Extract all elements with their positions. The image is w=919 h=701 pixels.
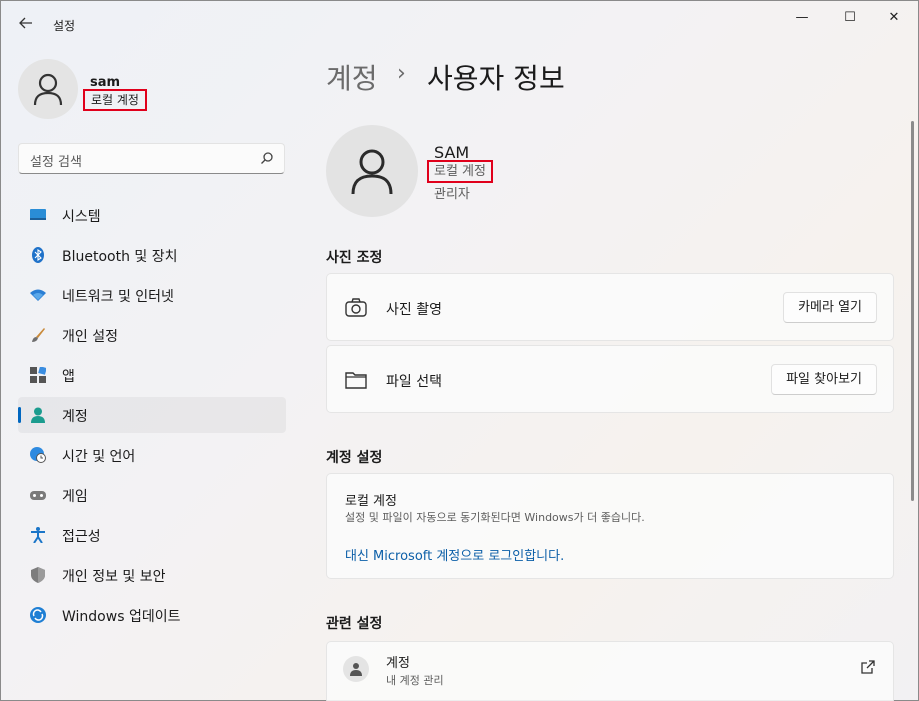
search-input[interactable]: 설정 검색 xyxy=(18,143,285,174)
system-icon xyxy=(30,209,46,220)
sidebar-item-windows-update[interactable]: Windows 업데이트 xyxy=(18,597,286,633)
sidebar-item-system[interactable]: 시스템 xyxy=(18,197,286,233)
breadcrumb-separator: › xyxy=(397,61,406,86)
avatar[interactable] xyxy=(18,59,78,119)
sidebar-item-accessibility[interactable]: 접근성 xyxy=(18,517,286,553)
user-avatar xyxy=(326,125,418,217)
local-account-title: 로컬 계정 xyxy=(345,494,397,509)
sidebar-item-label: 시스템 xyxy=(62,209,101,225)
person-icon xyxy=(350,663,362,676)
sidebar-item-label: 네트워크 및 인터넷 xyxy=(62,289,174,305)
sidebar-item-privacy[interactable]: 개인 정보 및 보안 xyxy=(18,557,286,593)
sidebar-item-time-language[interactable]: 시간 및 언어 xyxy=(18,437,286,473)
external-link-icon xyxy=(861,660,875,674)
related-accounts-title: 계정 xyxy=(386,656,410,671)
app-title: 설정 xyxy=(53,19,76,33)
profile-account-type: 로컬 계정 xyxy=(83,89,147,111)
sidebar-item-label: Bluetooth 및 장치 xyxy=(62,249,178,265)
user-account-type: 로컬 계정 xyxy=(427,160,493,183)
local-account-card: 로컬 계정 설정 및 파일이 자동으로 동기화된다면 Windows가 더 좋습… xyxy=(326,473,894,579)
camera-icon xyxy=(345,298,367,317)
choose-file-row: 파일 선택 파일 찾아보기 xyxy=(326,345,894,413)
minimize-button[interactable]: — xyxy=(779,7,825,29)
sidebar-item-network[interactable]: 네트워크 및 인터넷 xyxy=(18,277,286,313)
sidebar-item-personalization[interactable]: 개인 설정 xyxy=(18,317,286,353)
sidebar-item-label: 시간 및 언어 xyxy=(62,449,136,465)
choose-file-label: 파일 선택 xyxy=(386,374,442,390)
gaming-icon xyxy=(30,491,46,500)
sidebar-item-label: 앱 xyxy=(62,369,75,385)
breadcrumb-parent[interactable]: 계정 xyxy=(326,57,378,97)
take-photo-label: 사진 촬영 xyxy=(386,302,442,318)
sidebar-item-label: 접근성 xyxy=(62,529,101,545)
section-title-account: 계정 설정 xyxy=(326,450,383,466)
back-button[interactable] xyxy=(15,13,37,35)
person-icon xyxy=(351,149,393,195)
microsoft-signin-link[interactable]: 대신 Microsoft 계정으로 로그인합니다. xyxy=(345,545,564,564)
page-title: 사용자 정보 xyxy=(427,62,565,95)
sidebar-nav: 시스템 Bluetooth 및 장치 네트워크 및 인터넷 개인 설정 앱 계정… xyxy=(18,197,286,637)
user-role: 관리자 xyxy=(434,187,470,202)
profile-name: sam xyxy=(90,75,121,90)
scrollbar[interactable] xyxy=(911,121,914,501)
search-placeholder: 설정 검색 xyxy=(30,155,82,170)
close-button[interactable]: ✕ xyxy=(871,7,917,29)
section-title-related: 관련 설정 xyxy=(326,616,383,632)
person-icon xyxy=(33,73,63,106)
time-language-icon xyxy=(30,447,46,463)
bluetooth-icon xyxy=(32,247,44,263)
section-title-photo: 사진 조정 xyxy=(326,250,383,266)
search-icon xyxy=(261,152,273,164)
maximize-button[interactable]: ☐ xyxy=(827,7,873,29)
related-accounts-subtitle: 내 계정 관리 xyxy=(386,674,444,687)
network-icon xyxy=(30,289,46,301)
sidebar-item-label: Windows 업데이트 xyxy=(62,609,181,625)
accounts-icon xyxy=(31,407,45,423)
accessibility-icon xyxy=(31,527,45,543)
folder-icon xyxy=(345,372,367,389)
windows-update-icon xyxy=(30,607,46,623)
privacy-shield-icon xyxy=(31,567,45,583)
sidebar-item-accounts[interactable]: 계정 xyxy=(18,397,286,433)
local-account-description: 설정 및 파일이 자동으로 동기화된다면 Windows가 더 좋습니다. xyxy=(345,511,645,524)
sidebar-item-gaming[interactable]: 게임 xyxy=(18,477,286,513)
sidebar-item-label: 개인 설정 xyxy=(62,329,118,345)
sidebar-item-label: 개인 정보 및 보안 xyxy=(62,569,166,585)
sidebar-item-apps[interactable]: 앱 xyxy=(18,357,286,393)
related-accounts-row[interactable]: 계정 내 계정 관리 xyxy=(326,641,894,701)
apps-icon xyxy=(30,367,46,383)
personalization-icon xyxy=(32,328,45,342)
account-avatar-small xyxy=(343,656,369,682)
take-photo-row: 사진 촬영 카메라 열기 xyxy=(326,273,894,341)
browse-files-button[interactable]: 파일 찾아보기 xyxy=(771,364,877,395)
sidebar-item-bluetooth[interactable]: Bluetooth 및 장치 xyxy=(18,237,286,273)
sidebar-item-label: 계정 xyxy=(62,409,88,425)
sidebar-item-label: 게임 xyxy=(62,489,88,505)
back-arrow-icon xyxy=(19,17,32,29)
open-camera-button[interactable]: 카메라 열기 xyxy=(783,292,877,323)
title-bar: 설정 — ☐ ✕ xyxy=(1,1,918,49)
